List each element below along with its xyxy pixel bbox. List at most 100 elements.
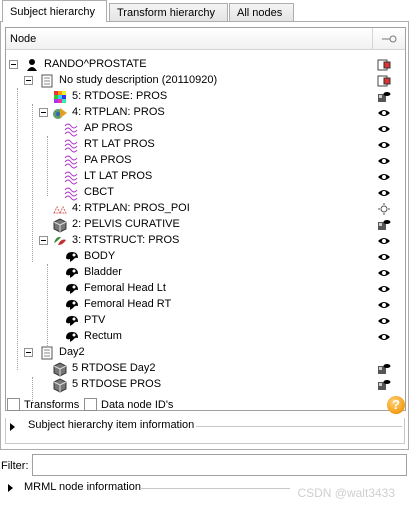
- item-information-section[interactable]: Subject hierarchy item information: [5, 418, 405, 444]
- tree-row-study-day2[interactable]: Day2: [6, 345, 405, 361]
- tab-all-nodes[interactable]: All nodes: [229, 3, 294, 22]
- tree-row-beam[interactable]: PA PROS: [6, 153, 405, 169]
- study-icon: [41, 74, 53, 88]
- volume-icon: [53, 218, 67, 233]
- eye-icon[interactable]: [377, 123, 391, 135]
- transforms-checkbox-label[interactable]: Transforms: [24, 399, 79, 411]
- eye-icon[interactable]: [377, 267, 391, 279]
- volume-visibility-icon[interactable]: [377, 219, 391, 231]
- eye-icon[interactable]: [377, 283, 391, 295]
- tree-row-segment[interactable]: Femoral Head RT: [6, 297, 405, 313]
- volume-icon: [53, 362, 67, 377]
- mrml-node-information-label: MRML node information: [24, 481, 141, 493]
- tree-row-beam[interactable]: CBCT: [6, 185, 405, 201]
- transforms-checkbox[interactable]: [7, 398, 20, 411]
- segment-icon: [66, 252, 78, 262]
- row-label: Day2: [59, 346, 85, 358]
- tree-row-plan[interactable]: 4: RTPLAN: PROS: [6, 105, 405, 121]
- tree-row-volume[interactable]: 5 RTDOSE Day2: [6, 361, 405, 377]
- sun-icon[interactable]: [377, 203, 391, 215]
- help-icon[interactable]: ?: [387, 396, 405, 414]
- section-divider: [140, 488, 290, 489]
- segment-icon: [66, 332, 78, 342]
- tree-row-beam[interactable]: LT LAT PROS: [6, 169, 405, 185]
- segmentation-icon: [54, 236, 66, 245]
- row-label: 4: RTPLAN: PROS_POI: [72, 202, 190, 214]
- tab-transform-hierarchy[interactable]: Transform hierarchy: [109, 3, 228, 22]
- tree-row-beam[interactable]: RT LAT PROS: [6, 137, 405, 153]
- tree-row-volume[interactable]: 5 RTDOSE PROS: [6, 377, 405, 393]
- tree-row-segment[interactable]: Bladder: [6, 265, 405, 281]
- tree-row-segment[interactable]: PTV: [6, 313, 405, 329]
- beam-icon: [64, 139, 78, 153]
- collapse-toggle[interactable]: [9, 60, 18, 69]
- collapse-toggle[interactable]: [24, 348, 33, 357]
- poi-icon: [53, 205, 67, 214]
- row-label: PTV: [84, 314, 106, 326]
- collapse-toggle[interactable]: [39, 108, 48, 117]
- row-label: Femoral Head Lt: [84, 282, 166, 294]
- row-label: 5: RTDOSE: PROS: [72, 90, 168, 102]
- eye-icon[interactable]: [377, 235, 391, 247]
- row-label: Rectum: [84, 330, 122, 342]
- eye-icon[interactable]: [377, 155, 391, 167]
- eye-icon[interactable]: [377, 139, 391, 151]
- segment-icon: [66, 316, 78, 326]
- subject-hierarchy-panel: Node RANDO^PROSTATE No study description…: [0, 21, 409, 450]
- node-column-header[interactable]: Node: [10, 33, 36, 45]
- beam-icon: [64, 171, 78, 185]
- study-icon: [41, 346, 53, 360]
- item-information-label: Subject hierarchy item information: [28, 419, 195, 431]
- dose-volume-icon: [54, 91, 66, 103]
- row-label: RANDO^PROSTATE: [44, 58, 147, 70]
- plan-icon: [53, 108, 67, 119]
- tree-row-segment[interactable]: Rectum: [6, 329, 405, 345]
- tree-row-dose[interactable]: 5: RTDOSE: PROS: [6, 89, 405, 105]
- segment-icon: [66, 268, 78, 278]
- volume-icon: [53, 378, 67, 393]
- tree-row-volume[interactable]: 2: PELVIS CURATIVE: [6, 217, 405, 233]
- study-visibility-icon[interactable]: [377, 59, 391, 71]
- filter-label: Filter:: [1, 460, 29, 472]
- segment-icon: [66, 284, 78, 294]
- eye-icon[interactable]: [377, 107, 391, 119]
- row-label: BODY: [84, 250, 116, 262]
- subject-hierarchy-tree[interactable]: Node RANDO^PROSTATE No study description…: [5, 27, 406, 411]
- tree-row-patient[interactable]: RANDO^PROSTATE: [6, 57, 405, 73]
- tree-row-poi[interactable]: 4: RTPLAN: PROS_POI: [6, 201, 405, 217]
- tree-row-segment[interactable]: Femoral Head Lt: [6, 281, 405, 297]
- row-label: 5 RTDOSE Day2: [72, 362, 156, 374]
- row-label: PA PROS: [84, 154, 132, 166]
- volume-visibility-icon[interactable]: [377, 379, 391, 391]
- data-node-ids-checkbox[interactable]: [84, 398, 97, 411]
- tree-row-study[interactable]: No study description (20110920): [6, 73, 405, 89]
- watermark-text: CSDN @walt3433: [297, 486, 395, 500]
- volume-visibility-icon[interactable]: [377, 91, 391, 103]
- row-label: 2: PELVIS CURATIVE: [72, 218, 180, 230]
- visibility-column-header[interactable]: [372, 28, 405, 49]
- tree-row-segment[interactable]: BODY: [6, 249, 405, 265]
- eye-icon[interactable]: [377, 299, 391, 311]
- collapse-toggle[interactable]: [39, 236, 48, 245]
- eye-icon[interactable]: [377, 331, 391, 343]
- tree-row-beam[interactable]: AP PROS: [6, 121, 405, 137]
- eye-icon[interactable]: [377, 251, 391, 263]
- collapse-toggle[interactable]: [24, 76, 33, 85]
- tab-subject-hierarchy[interactable]: Subject hierarchy: [2, 0, 107, 22]
- volume-visibility-icon[interactable]: [377, 363, 391, 375]
- tab-label: Subject hierarchy: [10, 6, 95, 18]
- row-label: Femoral Head RT: [84, 298, 172, 310]
- row-label: No study description (20110920): [59, 74, 218, 86]
- eye-icon[interactable]: [377, 315, 391, 327]
- beam-icon: [64, 187, 78, 201]
- patient-icon: [27, 59, 37, 71]
- study-visibility-icon[interactable]: [377, 75, 391, 87]
- beam-icon: [64, 123, 78, 137]
- data-node-ids-checkbox-label[interactable]: Data node ID's: [101, 399, 173, 411]
- expand-arrow-icon: [8, 484, 13, 492]
- eye-icon[interactable]: [377, 187, 391, 199]
- tree-row-segmentation[interactable]: 3: RTSTRUCT: PROS: [6, 233, 405, 249]
- beam-icon: [64, 155, 78, 169]
- filter-input[interactable]: [32, 454, 407, 476]
- eye-icon[interactable]: [377, 171, 391, 183]
